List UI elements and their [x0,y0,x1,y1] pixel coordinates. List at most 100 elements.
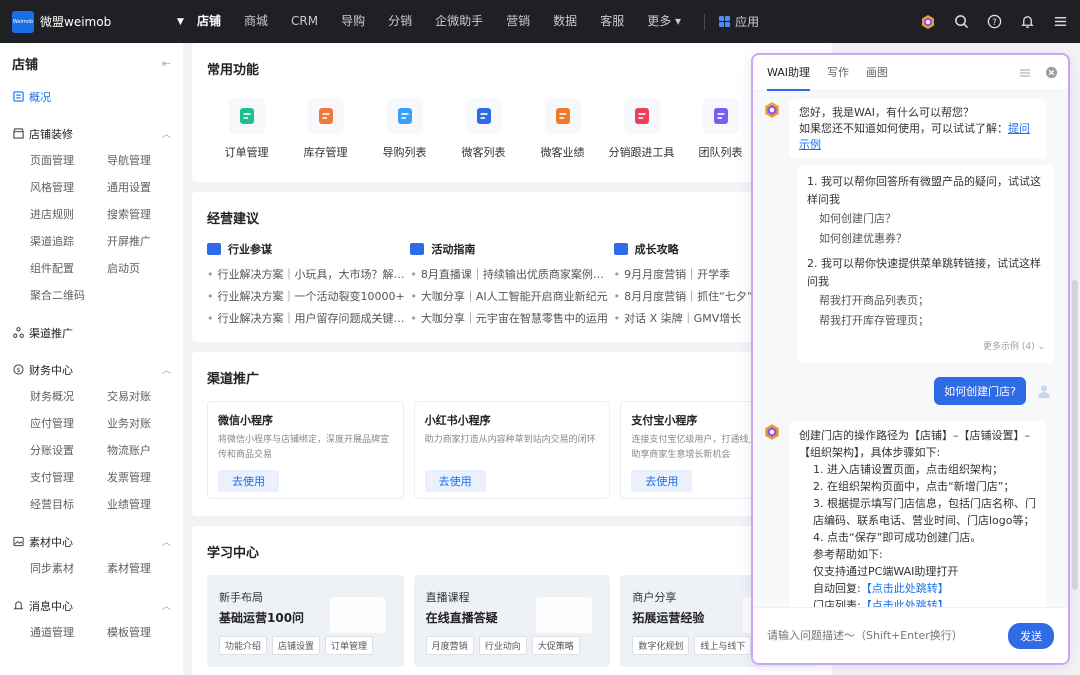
learning-tag[interactable]: 数字化规划 [632,636,690,655]
nav-item-crm[interactable]: CRM [291,0,318,43]
answer-line: 仅支持通过PC端WAI助理打开 [813,565,959,578]
send-button[interactable]: 发送 [1008,622,1054,649]
sidebar-link-logistics-account[interactable]: 物流账户 [107,437,184,464]
chat-history[interactable]: 您好，我是WAI，有什么可以帮您？ 如果您还不知道如何使用，可以试试了解：提问示… [753,91,1068,611]
tab-writing[interactable]: 写作 [827,55,849,91]
sidebar-group-label: 财务中心 [29,363,73,377]
sidebar-group-store-decoration[interactable]: 店铺装修 ︿ [0,120,183,147]
sidebar-link-template-management[interactable]: 模板管理 [107,619,184,646]
sidebar-link-payment-management[interactable]: 支付管理 [30,464,107,491]
nav-item-mall[interactable]: 商城 [244,0,268,43]
sidebar-link-channel-management[interactable]: 通道管理 [30,619,107,646]
nav-item-distribution[interactable]: 分销 [388,0,412,43]
use-button[interactable]: 去使用 [424,470,486,492]
advice-link[interactable]: 行业解决方案｜一个活动裂变10000+ [207,286,407,308]
example-question[interactable]: 如何创建门店？ [807,209,1045,229]
collapse-sidebar-icon[interactable]: ⇤ [162,57,171,70]
common-function-item[interactable]: 订单管理 [207,98,286,160]
sidebar-group-channel-promo[interactable]: 渠道推广 [0,319,183,346]
help-icon[interactable]: ? [986,14,1002,30]
function-label: 分销跟进工具 [608,146,675,159]
advice-link[interactable]: 8月直播课｜持续输出优质商家案例内容 [410,264,611,286]
sidebar-link-material-management[interactable]: 素材管理 [107,555,184,582]
nav-item-service[interactable]: 客服 [600,0,624,43]
example-question[interactable]: 帮我打开商品列表页； [807,291,1045,311]
tab-drawing[interactable]: 画图 [866,55,888,91]
sidebar-group-finance[interactable]: $ 财务中心 ︿ [0,356,183,383]
user-question-bubble: 如何创建门店? [934,377,1026,405]
use-button[interactable]: 去使用 [218,470,279,492]
sidebar-link-business-reconcile[interactable]: 业务对账 [107,410,184,437]
learning-tag[interactable]: 订单管理 [325,636,374,655]
list-icon[interactable] [1019,67,1031,82]
sidebar-link-search-management[interactable]: 搜索管理 [107,201,184,228]
learning-tag[interactable]: 月度营销 [425,636,474,655]
close-icon[interactable] [1045,66,1058,82]
wai-logo-icon[interactable] [920,14,936,30]
common-function-item[interactable]: 团队列表 [681,98,760,160]
question-input[interactable] [767,629,987,642]
sidebar-link-page-management[interactable]: 页面管理 [30,147,107,174]
sidebar-link-aggregate-qr[interactable]: 聚合二维码 [30,282,107,309]
common-function-item[interactable]: 微客列表 [444,98,523,160]
learning-card[interactable]: 新手布局 基础运营100问 功能介绍 店铺设置 订单管理 [207,575,404,667]
nav-item-guide[interactable]: 导购 [341,0,365,43]
advice-link[interactable]: 行业解决方案｜用户留存问题成关键难题 [207,308,408,330]
sidebar-link-trade-reconcile[interactable]: 交易对账 [107,383,184,410]
sidebar-link-general-settings[interactable]: 通用设置 [107,174,184,201]
advice-link[interactable]: 大咖分享｜AI人工智能开启商业新纪元 [410,286,610,308]
search-icon[interactable] [953,14,969,30]
use-button[interactable]: 去使用 [631,470,693,492]
sidebar-link-business-goals[interactable]: 经营目标 [30,491,107,518]
sidebar-link-nav-management[interactable]: 导航管理 [107,147,184,174]
sidebar-link-finance-overview[interactable]: 财务概况 [30,383,107,410]
sidebar-group-materials[interactable]: 素材中心 ︿ [0,528,183,555]
nav-apps[interactable]: 应用 [719,13,759,30]
sidebar-link-split-settings[interactable]: 分账设置 [30,437,107,464]
menu-icon[interactable] [1052,14,1068,30]
sidebar-link-component-config[interactable]: 组件配置 [30,255,107,282]
common-function-item[interactable]: 分销跟进工具 [602,98,681,160]
sidebar-link-invoice-management[interactable]: 发票管理 [107,464,184,491]
learning-tag[interactable]: 线上与线下 [694,636,752,655]
sidebar-link-payables[interactable]: 应付管理 [30,410,107,437]
learning-card[interactable]: 直播课程 在线直播答疑 月度营销 行业动向 大促策略 [413,575,611,667]
sidebar-link-splash-promo[interactable]: 开屏推广 [107,228,184,255]
example-question[interactable]: 如何创建优惠券？ [807,229,1045,249]
learning-tag[interactable]: 行业动向 [478,636,527,655]
tab-wai-assistant[interactable]: WAI助理 [767,55,811,91]
advice-link[interactable]: 行业解决方案｜小玩具，大市场？解决方案 [207,264,408,286]
nav-item-data[interactable]: 数据 [553,0,577,43]
page-scrollbar[interactable] [1072,280,1078,590]
channel-description: 助力商家打造从内容种草到站内交易的闭环 [424,435,596,445]
nav-item-wecom-assistant[interactable]: 企微助手 [435,0,483,43]
more-examples-toggle[interactable]: 更多示例 (4) ⌄ [807,339,1045,355]
sidebar-link-launch-page[interactable]: 启动页 [107,255,184,282]
sidebar-link-style-management[interactable]: 风格管理 [30,174,107,201]
nav-item-marketing[interactable]: 营销 [506,0,530,43]
sidebar-link-entry-rules[interactable]: 进店规则 [30,201,107,228]
sidebar: 店铺 ⇤ 概况 店铺装修 ︿ 页面管理 导航管理 风格管理 通用设置 进店规则 … [0,43,183,675]
bell-icon[interactable] [1019,14,1035,30]
common-function-item[interactable]: 导购列表 [365,98,444,160]
nav-item-more[interactable]: 更多 ▾ [647,0,681,43]
channel-title: 小红书小程序 [424,414,491,427]
sidebar-link-sync-materials[interactable]: 同步素材 [30,555,107,582]
sidebar-item-overview[interactable]: 概况 [0,83,183,110]
learning-tag[interactable]: 大促策略 [531,636,580,655]
common-function-item[interactable]: 库存管理 [286,98,365,160]
jump-link[interactable]: 【点击此处跳转】 [861,582,949,595]
common-function-item[interactable]: 微客业绩 [523,98,602,160]
example-question[interactable]: 帮我打开库存管理页； [807,311,1045,331]
learning-tag[interactable]: 店铺设置 [272,636,321,655]
brand-logo[interactable]: Weimob 微盟weimob [12,10,177,33]
sidebar-link-channel-tracking[interactable]: 渠道追踪 [30,228,107,255]
sidebar-group-label: 店铺装修 [29,127,73,141]
sidebar-group-messages[interactable]: 消息中心 ︿ [0,592,183,619]
nav-item-store[interactable]: 店铺 [197,0,221,43]
learning-tag[interactable]: 功能介绍 [219,636,268,655]
advice-link[interactable]: 大咖分享｜元宇宙在智慧零售中的运用 [410,308,610,330]
sidebar-link-performance[interactable]: 业绩管理 [107,491,184,518]
main-nav: 店铺 商城 CRM 导购 分销 企微助手 营销 数据 客服 更多 ▾ 应用 [197,0,759,43]
caret-down-icon[interactable]: ▼ [177,17,197,27]
